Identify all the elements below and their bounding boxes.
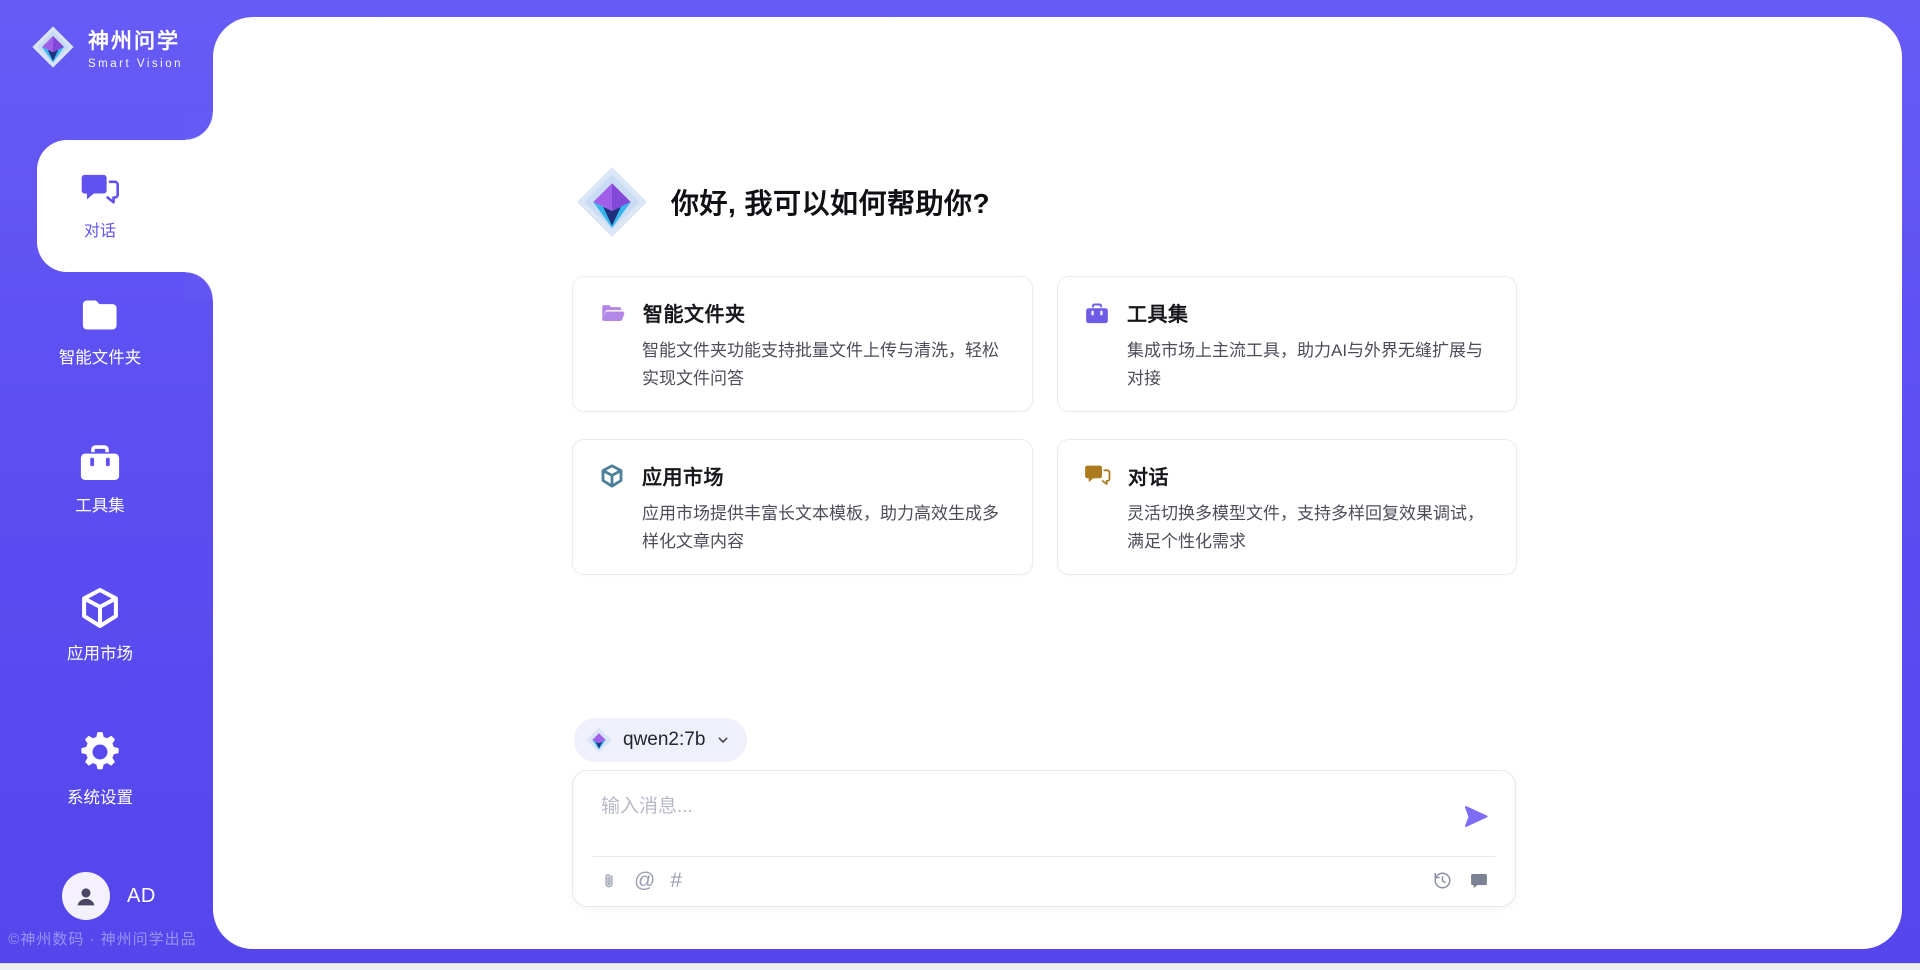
send-icon	[1463, 803, 1490, 830]
toolbox-icon	[77, 441, 123, 483]
card-title: 对话	[1128, 461, 1169, 490]
bottom-strip	[0, 963, 1920, 970]
sidebar-item-label: 对话	[84, 217, 116, 241]
sidebar-item-label: 工具集	[75, 492, 125, 516]
main-panel: 你好, 我可以如何帮助你? 智能文件夹 智能文件夹功能支持批量文件上传与清洗，轻…	[213, 17, 1902, 949]
composer-toolbar: @ #	[573, 855, 1515, 906]
chat-bubbles-icon	[80, 171, 120, 208]
card-desc: 应用市场提供丰富长文本模板，助力高效生成多样化文章内容	[642, 500, 1012, 556]
send-button[interactable]	[1463, 803, 1490, 833]
hero: 你好, 我可以如何帮助你?	[573, 163, 990, 241]
card-title: 应用市场	[642, 461, 724, 490]
chat-bubbles-icon	[1084, 463, 1111, 488]
user-row[interactable]: AD	[62, 872, 156, 920]
model-diamond-logo-icon	[585, 726, 613, 754]
cube-icon	[599, 463, 625, 489]
topic-button[interactable]: #	[670, 870, 682, 891]
feature-cards: 智能文件夹 智能文件夹功能支持批量文件上传与清洗，轻松实现文件问答 工具集 集成…	[572, 276, 1517, 575]
brand-subtitle: Smart Vision	[88, 58, 183, 70]
sidebar-item-chat[interactable]: 对话	[37, 140, 213, 272]
sidebar-item-label: 智能文件夹	[59, 344, 142, 368]
cube-icon	[77, 585, 123, 631]
history-clock-icon	[1432, 870, 1453, 891]
composer: @ #	[572, 770, 1516, 907]
model-selector[interactable]: qwen2:7b	[574, 718, 747, 762]
history-button[interactable]	[1432, 870, 1453, 891]
chevron-down-icon	[715, 732, 731, 748]
page: { "brand": { "name": "神州问学", "subtitle":…	[0, 0, 1920, 970]
greeting-title: 你好, 我可以如何帮助你?	[671, 182, 990, 222]
chat-history-button[interactable]	[1469, 871, 1489, 891]
card-smart-folder[interactable]: 智能文件夹 智能文件夹功能支持批量文件上传与清洗，轻松实现文件问答	[572, 276, 1033, 412]
user-label: AD	[127, 885, 156, 908]
gear-icon	[77, 729, 123, 775]
sidebar: 神州问学 Smart Vision 对话 智能文件夹	[0, 0, 213, 963]
card-title: 智能文件夹	[643, 298, 746, 327]
message-input[interactable]	[601, 791, 1431, 849]
mention-button[interactable]: @	[634, 870, 655, 891]
card-chat[interactable]: 对话 灵活切换多模型文件，支持多样回复效果调试，满足个性化需求	[1057, 439, 1517, 575]
chat-square-icon	[1469, 871, 1489, 891]
card-title: 工具集	[1127, 298, 1189, 327]
avatar	[62, 872, 110, 920]
attach-button[interactable]	[599, 870, 619, 892]
card-desc: 智能文件夹功能支持批量文件上传与清洗，轻松实现文件问答	[642, 337, 1012, 393]
at-icon: @	[634, 870, 655, 891]
hash-icon: #	[670, 870, 682, 891]
card-app-market[interactable]: 应用市场 应用市场提供丰富长文本模板，助力高效生成多样化文章内容	[572, 439, 1033, 575]
sidebar-item-toolset[interactable]: 工具集	[0, 441, 200, 516]
open-folder-icon	[599, 301, 626, 325]
paperclip-icon	[599, 870, 619, 892]
brand-name: 神州问学	[88, 25, 183, 55]
brand: 神州问学 Smart Vision	[30, 24, 183, 70]
user-icon	[73, 883, 99, 909]
sidebar-item-smart-folders[interactable]: 智能文件夹	[0, 295, 200, 368]
model-name: qwen2:7b	[623, 729, 705, 751]
diamond-logo-icon	[573, 163, 651, 241]
toolbox-icon	[1084, 301, 1110, 325]
card-toolset[interactable]: 工具集 集成市场上主流工具，助力AI与外界无缝扩展与对接	[1057, 276, 1517, 412]
folder-icon	[78, 295, 122, 335]
sidebar-item-app-market[interactable]: 应用市场	[0, 585, 200, 664]
sidebar-item-label: 应用市场	[67, 640, 133, 664]
card-desc: 集成市场上主流工具，助力AI与外界无缝扩展与对接	[1127, 337, 1497, 393]
sidebar-item-settings[interactable]: 系统设置	[0, 729, 200, 808]
copyright: ©神州数码 · 神州问学出品	[0, 928, 205, 949]
brand-diamond-logo-icon	[30, 24, 76, 70]
card-desc: 灵活切换多模型文件，支持多样回复效果调试，满足个性化需求	[1127, 500, 1497, 556]
sidebar-item-label: 系统设置	[67, 784, 133, 808]
